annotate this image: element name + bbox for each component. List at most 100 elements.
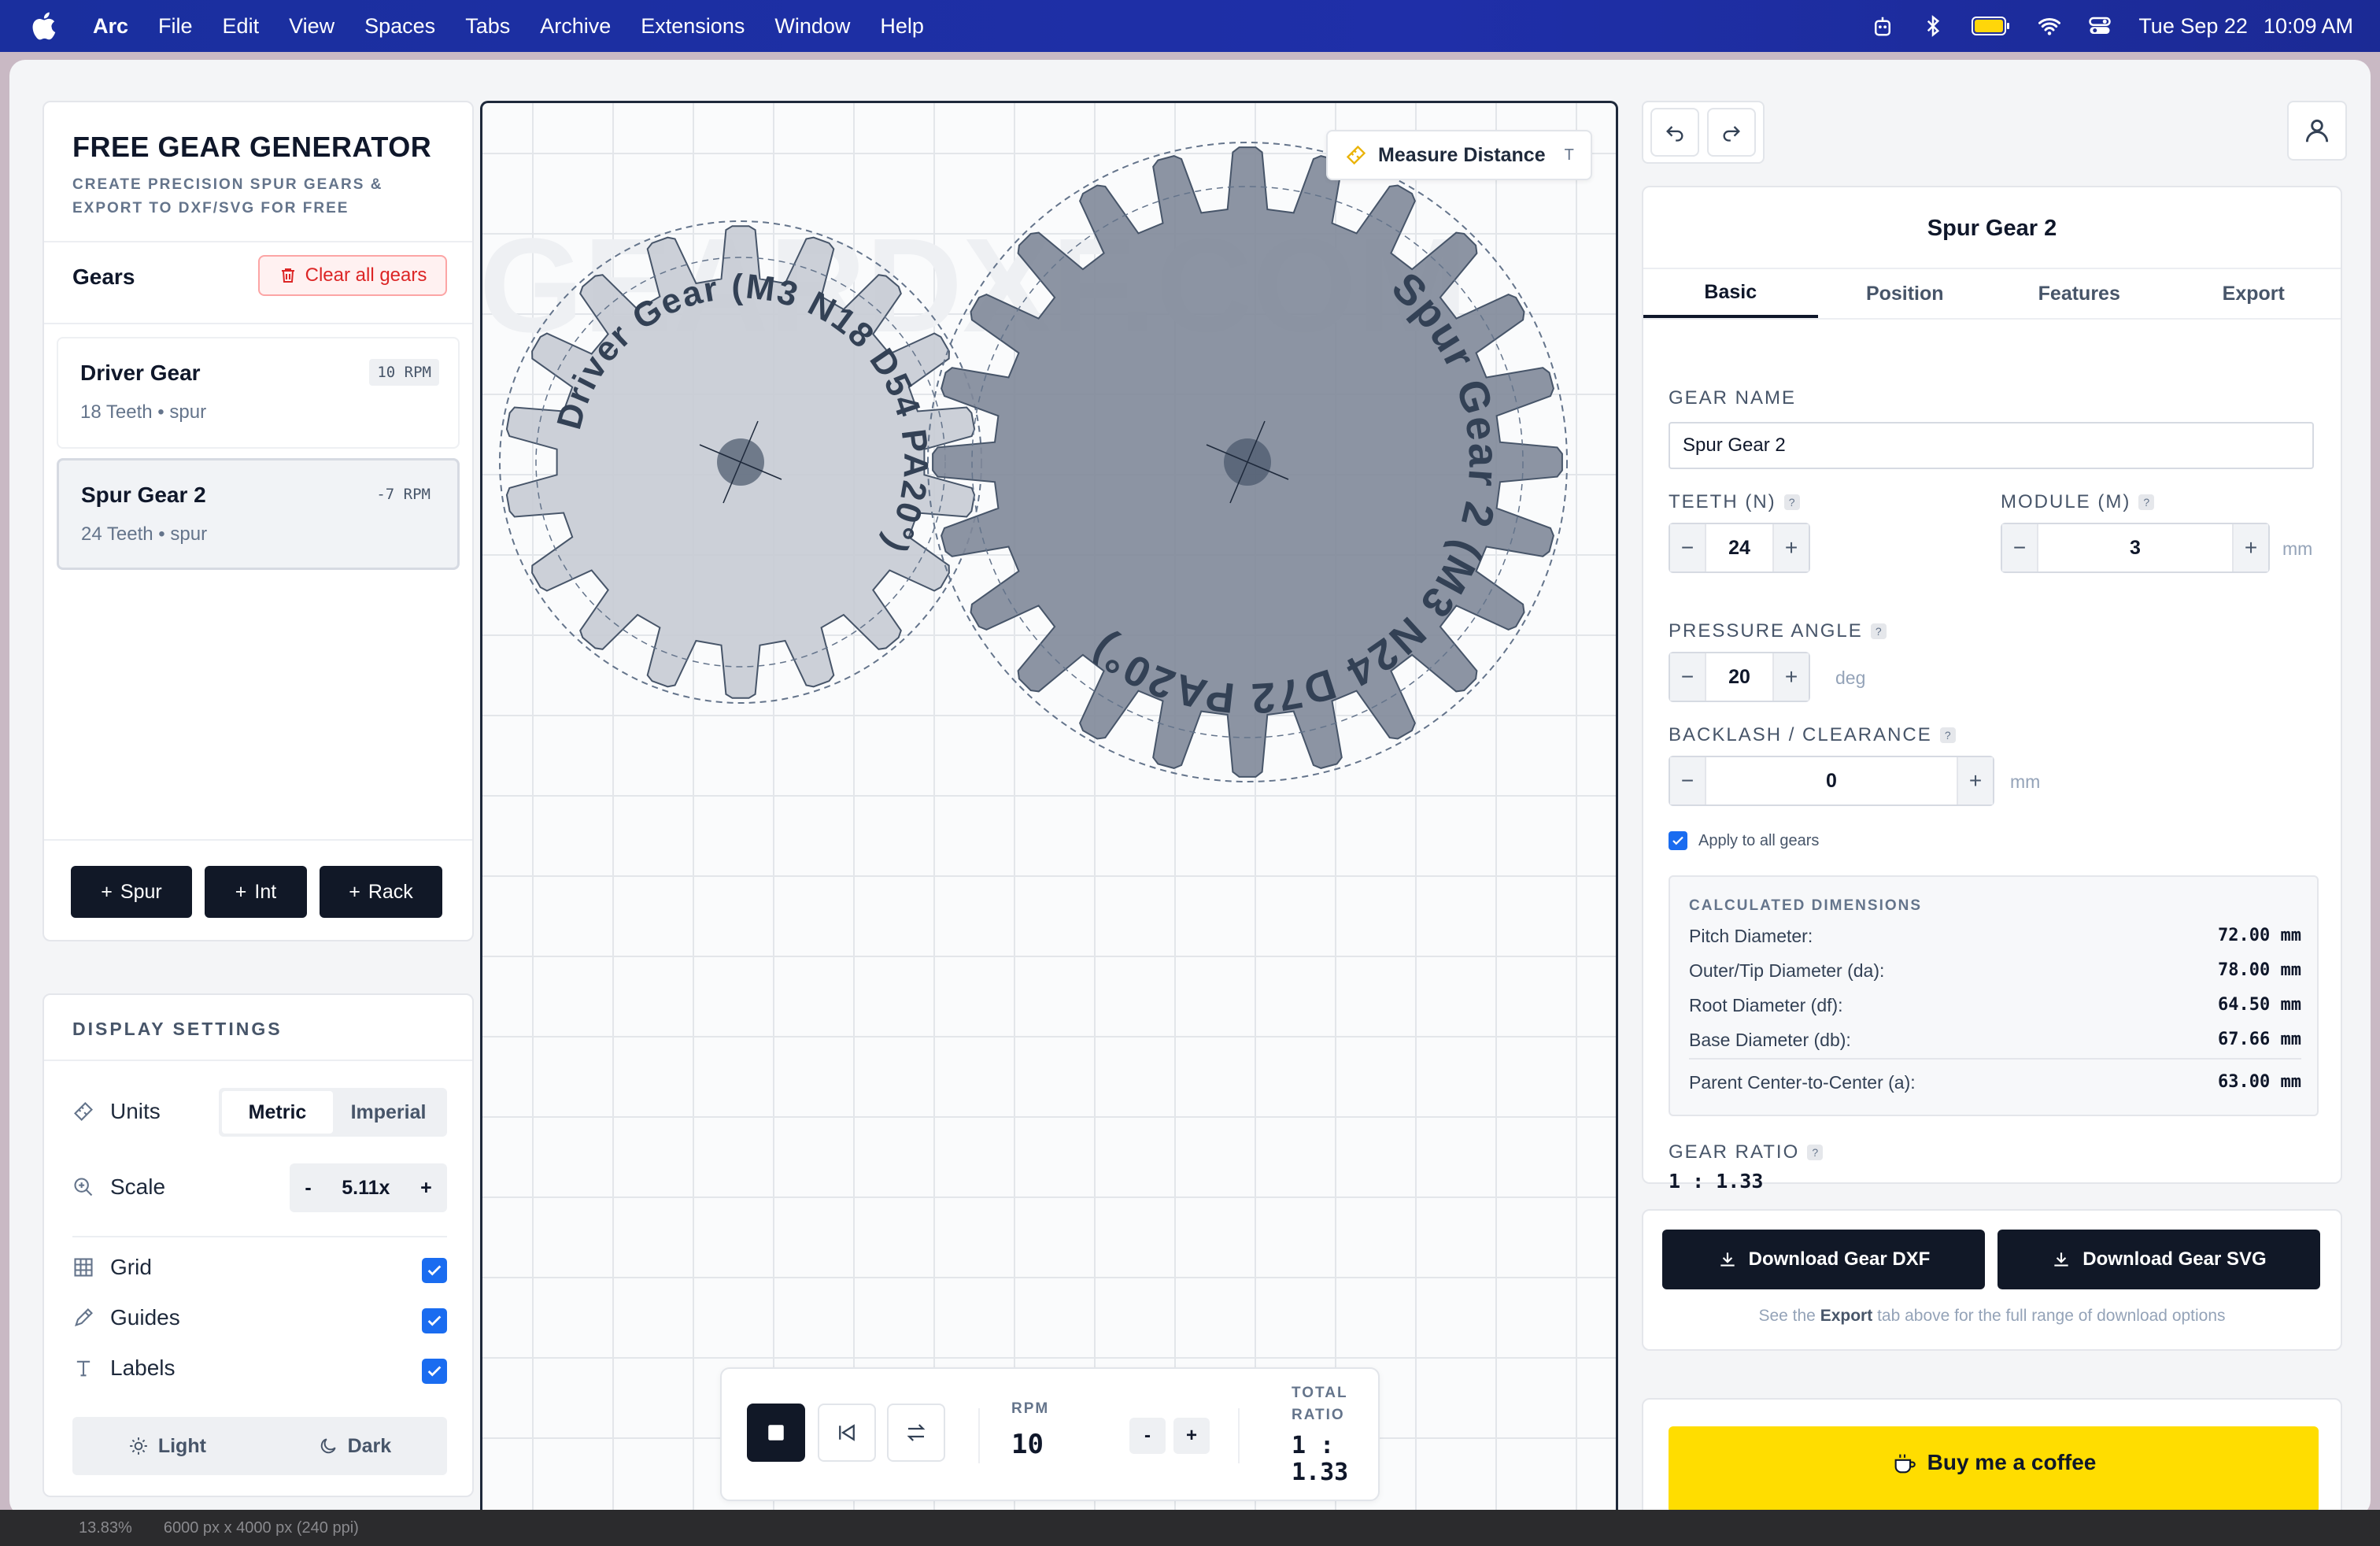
tab-export[interactable]: Export — [2167, 269, 2341, 318]
help-icon[interactable]: ? — [2138, 494, 2155, 510]
calc-value: 72.00 mm — [2218, 926, 2301, 945]
add-spur-button[interactable]: + Spur — [71, 866, 192, 918]
teeth-value[interactable]: 24 — [1705, 524, 1774, 571]
menu-archive[interactable]: Archive — [540, 14, 611, 39]
menubar-time[interactable]: 10:09 AM — [2264, 14, 2353, 39]
menu-extensions[interactable]: Extensions — [641, 14, 745, 39]
apple-logo-icon[interactable] — [30, 11, 57, 41]
tab-position[interactable]: Position — [1818, 269, 1993, 318]
total-ratio-label-2: RATIO — [1292, 1407, 1345, 1423]
gear-list-item-driver[interactable]: Driver Gear 18 Teeth • spur 10 RPM — [57, 337, 460, 449]
check-icon — [427, 1265, 442, 1276]
help-icon[interactable]: ? — [1870, 623, 1887, 639]
menu-app[interactable]: Arc — [93, 14, 128, 39]
teeth-stepper: − 24 + — [1669, 523, 1810, 573]
gear-canvas[interactable]: GEARDXF.COM Driver Gear (M3 N18 D54 PA20… — [480, 101, 1618, 1516]
stop-button[interactable] — [747, 1404, 805, 1462]
scale-decrease-button[interactable]: - — [305, 1177, 311, 1200]
teeth-decrease-button[interactable]: − — [1670, 524, 1705, 571]
center-distance-value: 63.00 mm — [2218, 1072, 2301, 1092]
menu-file[interactable]: File — [158, 14, 193, 39]
labels-checkbox[interactable] — [422, 1359, 447, 1384]
control-center-icon[interactable] — [2088, 14, 2112, 38]
buy-me-a-coffee-button[interactable]: Buy me a coffee — [1669, 1426, 2319, 1513]
divider — [72, 1236, 447, 1237]
download-svg-label: Download Gear SVG — [2082, 1248, 2267, 1270]
menu-spaces[interactable]: Spaces — [364, 14, 435, 39]
add-rack-button[interactable]: + Rack — [320, 866, 442, 918]
robot-icon[interactable] — [1871, 14, 1894, 38]
add-internal-button[interactable]: + Int — [205, 866, 307, 918]
units-metric-option[interactable]: Metric — [222, 1091, 333, 1134]
menu-tabs[interactable]: Tabs — [465, 14, 510, 39]
check-icon — [427, 1366, 442, 1377]
redo-button[interactable] — [1707, 108, 1756, 157]
settings-title: DISPLAY SETTINGS — [72, 1019, 283, 1039]
gear-name-input[interactable]: Spur Gear 2 — [1669, 422, 2314, 469]
labels-row: Labels — [72, 1356, 176, 1381]
backlash-decrease-button[interactable]: − — [1670, 757, 1705, 804]
skip-back-icon — [839, 1424, 855, 1441]
menu-edit[interactable]: Edit — [223, 14, 260, 39]
measure-distance-button[interactable]: Measure Distance T — [1326, 130, 1592, 180]
apply-all-label: Apply to all gears — [1698, 831, 1820, 849]
download-note: See the Export tab above for the full ra… — [1643, 1307, 2341, 1326]
download-dxf-button[interactable]: Download Gear DXF — [1662, 1230, 1985, 1289]
gears-heading: Gears — [72, 264, 135, 289]
theme-dark-button[interactable]: Dark — [318, 1435, 391, 1458]
units-imperial-option[interactable]: Imperial — [333, 1091, 444, 1134]
tab-basic[interactable]: Basic — [1643, 269, 1818, 318]
reset-button[interactable] — [818, 1404, 876, 1462]
rpm-increase-button[interactable]: + — [1173, 1418, 1210, 1454]
gear-list-item-spur2[interactable]: Spur Gear 2 24 Teeth • spur -7 RPM — [57, 458, 460, 570]
account-button[interactable] — [2287, 101, 2347, 161]
theme-toggle: Light Dark — [72, 1417, 447, 1475]
ruler-icon — [74, 1102, 93, 1121]
calc-row: Base Diameter (db): 67.66 mm — [1689, 1030, 2301, 1051]
module-decrease-button[interactable]: − — [2002, 524, 2037, 571]
tab-features[interactable]: Features — [1992, 269, 2167, 318]
export-tab-link[interactable]: Export — [1820, 1307, 1873, 1325]
background-app-statusbar: 13.83% 6000 px x 4000 px (240 ppi) — [0, 1510, 2380, 1546]
gear-drawing[interactable]: GEARDXF.COM Driver Gear (M3 N18 D54 PA20… — [482, 103, 1616, 1516]
backlash-value[interactable]: 0 — [1705, 757, 1958, 804]
pressure-angle-value[interactable]: 20 — [1705, 653, 1774, 701]
menu-view[interactable]: View — [289, 14, 334, 39]
backlash-increase-button[interactable]: + — [1958, 757, 1993, 804]
gear-ratio-label: GEAR RATIO ? — [1669, 1141, 1824, 1163]
support-panel: Buy me a coffee — [1642, 1398, 2342, 1516]
pressure-increase-button[interactable]: + — [1774, 653, 1809, 701]
rpm-decrease-button[interactable]: - — [1129, 1418, 1166, 1454]
download-svg-button[interactable]: Download Gear SVG — [1998, 1230, 2320, 1289]
pressure-decrease-button[interactable]: − — [1670, 653, 1705, 701]
clear-all-gears-button[interactable]: Clear all gears — [258, 255, 447, 296]
help-icon[interactable]: ? — [1783, 494, 1800, 510]
bluetooth-icon[interactable] — [1921, 14, 1945, 38]
scale-increase-button[interactable]: + — [420, 1177, 432, 1200]
plus-icon: + — [349, 880, 360, 903]
undo-button[interactable] — [1650, 108, 1699, 157]
reverse-direction-button[interactable] — [887, 1404, 945, 1462]
total-ratio-value-1: 1 : — [1292, 1432, 1335, 1459]
add-spur-label: Spur — [120, 880, 162, 903]
theme-light-button[interactable]: Light — [128, 1435, 206, 1458]
backlash-unit: mm — [2010, 771, 2041, 792]
module-value[interactable]: 3 — [2037, 524, 2234, 571]
apply-all-checkbox[interactable] — [1669, 831, 1687, 850]
grid-checkbox[interactable] — [422, 1258, 447, 1283]
battery-icon[interactable] — [1972, 16, 2011, 36]
teeth-increase-button[interactable]: + — [1774, 524, 1809, 571]
menubar-date[interactable]: Tue Sep 22 — [2138, 14, 2248, 39]
help-icon[interactable]: ? — [1939, 727, 1956, 743]
help-icon[interactable]: ? — [1807, 1145, 1824, 1160]
add-int-label: Int — [254, 880, 277, 903]
units-row: Units — [72, 1099, 161, 1124]
menu-window[interactable]: Window — [774, 14, 850, 39]
module-increase-button[interactable]: + — [2234, 524, 2268, 571]
check-icon — [427, 1315, 442, 1326]
teeth-label: TEETH (N) ? — [1669, 491, 1800, 513]
divider — [978, 1408, 980, 1463]
wifi-icon[interactable] — [2038, 14, 2061, 38]
menu-help[interactable]: Help — [880, 14, 924, 39]
guides-checkbox[interactable] — [422, 1308, 447, 1333]
